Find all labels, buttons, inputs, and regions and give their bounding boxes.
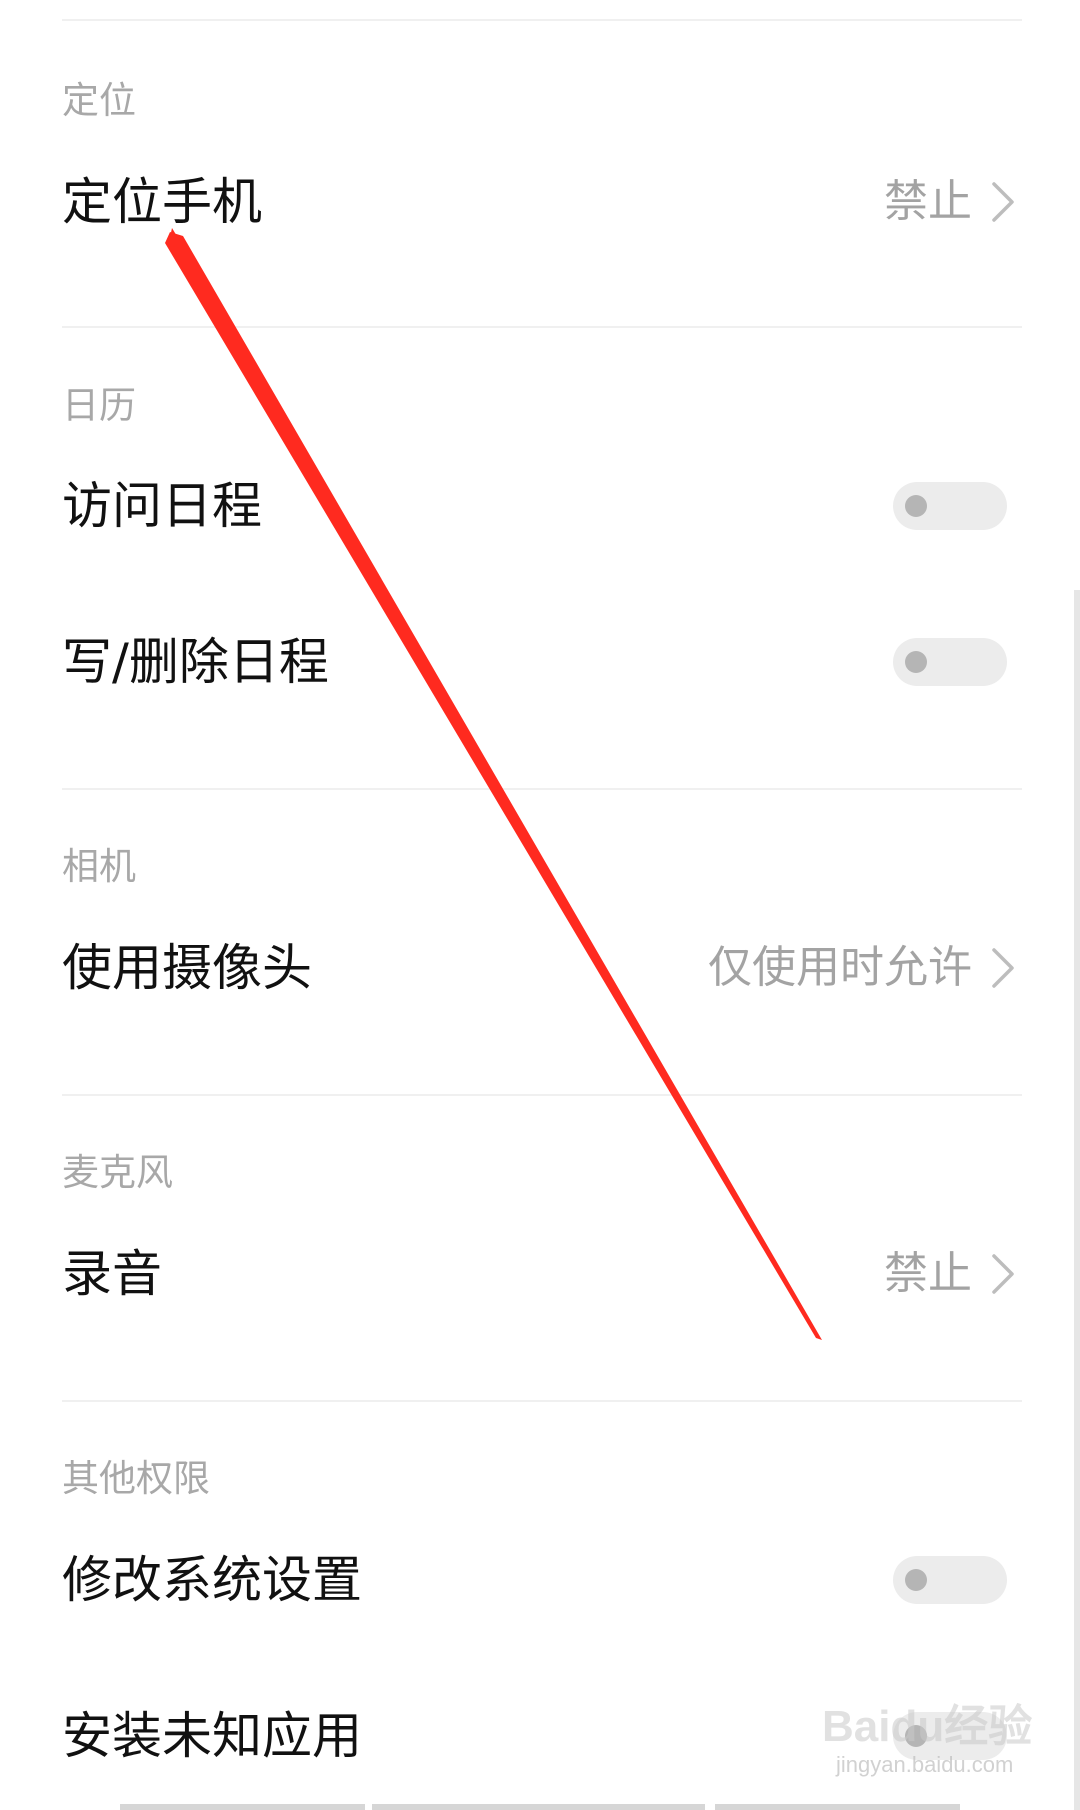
toggle-knob — [905, 651, 927, 673]
bottom-bar-segment — [372, 1804, 705, 1810]
divider — [62, 1094, 1022, 1096]
row-label: 写/删除日程 — [62, 633, 329, 691]
chevron-right-icon — [992, 1254, 1014, 1294]
section-header-calendar: 日历 — [62, 384, 136, 427]
row-record-audio[interactable]: 录音 禁止 — [0, 1214, 1080, 1334]
row-value: 禁止 — [884, 176, 972, 227]
section-header-camera: 相机 — [62, 845, 136, 888]
toggle-knob — [905, 495, 927, 517]
row-value: 仅使用时允许 — [708, 942, 972, 993]
baidu-jingyan-watermark: Baidu经验 jingyan.baidu.com — [822, 1690, 1032, 1790]
chevron-right-icon — [992, 948, 1014, 988]
row-label: 访问日程 — [62, 477, 262, 535]
row-use-camera[interactable]: 使用摄像头 仅使用时允许 — [0, 908, 1080, 1028]
watermark-logo: Baidu经验 — [822, 1702, 1033, 1751]
watermark-url: jingyan.baidu.com — [836, 1752, 1014, 1777]
divider — [62, 326, 1022, 328]
row-write-delete-schedule[interactable]: 写/删除日程 — [0, 602, 1080, 722]
row-locate-phone[interactable]: 定位手机 禁止 — [0, 142, 1080, 262]
chevron-right-icon — [992, 182, 1014, 222]
divider — [62, 788, 1022, 790]
access-schedule-toggle[interactable] — [893, 482, 1007, 530]
bottom-bar-segment — [120, 1804, 365, 1810]
divider-top — [62, 19, 1022, 21]
section-header-other-permissions: 其他权限 — [62, 1457, 210, 1500]
row-label: 定位手机 — [62, 173, 262, 231]
row-label: 安装未知应用 — [62, 1707, 362, 1765]
row-modify-system-settings[interactable]: 修改系统设置 — [0, 1520, 1080, 1640]
row-label: 使用摄像头 — [62, 939, 312, 997]
scrollbar[interactable] — [1074, 590, 1080, 1810]
section-header-microphone: 麦克风 — [62, 1151, 173, 1194]
section-header-location: 定位 — [62, 79, 136, 122]
divider — [62, 1400, 1022, 1402]
row-label: 录音 — [62, 1245, 162, 1303]
row-value: 禁止 — [884, 1248, 972, 1299]
row-label: 修改系统设置 — [62, 1551, 362, 1609]
write-delete-schedule-toggle[interactable] — [893, 638, 1007, 686]
toggle-knob — [905, 1569, 927, 1591]
modify-system-settings-toggle[interactable] — [893, 1556, 1007, 1604]
bottom-bar-segment — [715, 1804, 960, 1810]
row-access-schedule[interactable]: 访问日程 — [0, 446, 1080, 566]
